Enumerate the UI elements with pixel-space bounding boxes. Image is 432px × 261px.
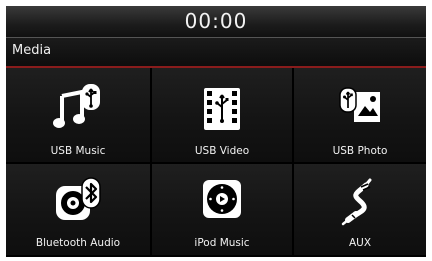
- usb-photo-button[interactable]: USB Photo: [294, 68, 426, 164]
- aux-cable-icon: [341, 178, 372, 226]
- bluetooth-audio-button[interactable]: Bluetooth Audio: [6, 164, 152, 257]
- usb-photo-label: USB Photo: [332, 145, 388, 157]
- usb-music-icon: [53, 84, 100, 128]
- bluetooth-audio-label: Bluetooth Audio: [35, 237, 121, 249]
- bluetooth-audio-icon: [56, 177, 101, 220]
- usb-video-icon: [204, 88, 240, 130]
- ipod-music-icon: [203, 180, 241, 218]
- ipod-music-label: iPod Music: [194, 237, 250, 249]
- usb-music-label: USB Music: [50, 145, 106, 157]
- head-unit-screen: 00:00 Media USB Music USB Video USB Phot…: [6, 6, 426, 257]
- usb-music-button[interactable]: USB Music: [6, 68, 152, 164]
- clock: 00:00: [184, 9, 248, 33]
- title-bar: Media: [6, 38, 426, 68]
- aux-label: AUX: [348, 237, 372, 249]
- usb-video-label: USB Video: [194, 145, 250, 157]
- media-source-grid: USB Music USB Video USB Photo Bluetooth …: [6, 68, 426, 257]
- usb-video-button[interactable]: USB Video: [152, 68, 294, 164]
- aux-button[interactable]: AUX: [294, 164, 426, 257]
- status-bar: 00:00: [6, 6, 426, 38]
- page-title: Media: [12, 43, 52, 58]
- usb-photo-icon: [339, 87, 380, 122]
- ipod-music-button[interactable]: iPod Music: [152, 164, 294, 257]
